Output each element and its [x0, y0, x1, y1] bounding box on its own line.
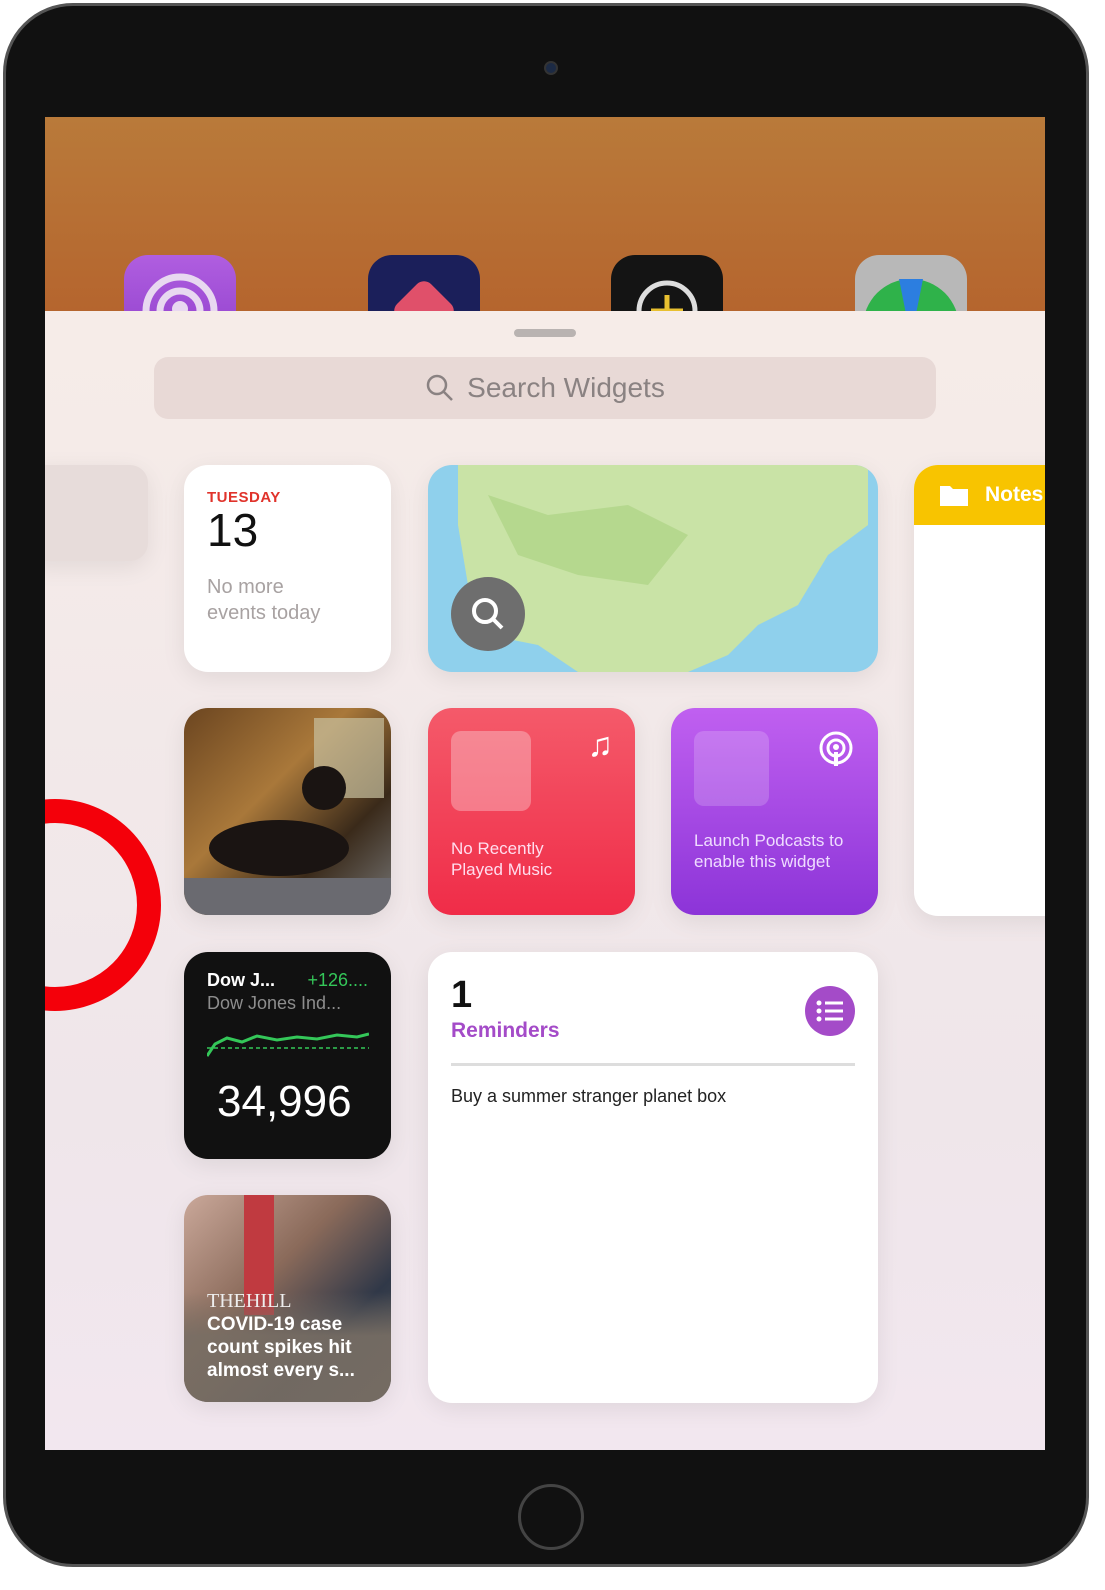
search-placeholder: Search Widgets — [467, 372, 665, 403]
folder-icon — [940, 486, 968, 506]
reminders-count: 1 — [451, 974, 473, 1016]
reminders-widget[interactable]: 1 Reminders Buy a summer stranger planet… — [428, 952, 878, 1403]
calendar-widget[interactable]: TUESDAY 13 No more events today — [184, 465, 391, 672]
stock-name: Dow Jones Ind... — [207, 993, 342, 1013]
notes-widget[interactable]: Notes — [914, 465, 1045, 916]
news-widget[interactable]: THEHILL COVID-19 case count spikes hit a… — [184, 1195, 391, 1402]
stocks-widget[interactable]: Dow J... +126.... Dow Jones Ind... 34,99… — [184, 952, 391, 1159]
news-source: THEHILL — [207, 1290, 292, 1312]
home-button[interactable] — [518, 1484, 584, 1550]
reminders-list-button[interactable] — [805, 986, 855, 1036]
news-headline: COVID-19 case count spikes hit almost ev… — [207, 1314, 355, 1381]
podcasts-widget[interactable]: Launch Podcasts to enable this widget — [671, 708, 878, 915]
screen: Search Widgets TUESDAY 13 No more events… — [45, 117, 1045, 1450]
sheet-grabber[interactable] — [514, 329, 576, 337]
photos-widget[interactable] — [184, 708, 391, 915]
reminders-title: Reminders — [451, 1019, 560, 1042]
stock-value: 34,996 — [217, 1077, 352, 1126]
podcasts-icon — [819, 731, 853, 766]
stock-symbol: Dow J... — [207, 970, 276, 990]
maps-widget[interactable] — [428, 465, 878, 672]
podcasts-message: Launch Podcasts to enable this widget — [694, 831, 844, 871]
music-message: No Recently Played Music — [451, 839, 553, 879]
music-note-icon: ♫ — [587, 726, 614, 764]
list-icon — [816, 1000, 843, 1022]
maps-search-button[interactable] — [451, 577, 525, 651]
stock-sparkline — [205, 1032, 370, 1057]
calendar-date: 13 — [207, 504, 259, 556]
activity-ring-preview[interactable] — [45, 799, 175, 1019]
reminder-item[interactable]: Buy a summer stranger planet box — [451, 1086, 855, 1107]
search-icon — [472, 598, 504, 630]
stock-change: +126.... — [307, 970, 368, 990]
search-icon — [426, 374, 454, 401]
notes-title: Notes — [985, 483, 1044, 506]
widget-gallery: Search Widgets TUESDAY 13 No more events… — [45, 311, 1045, 1450]
search-widgets-input[interactable]: Search Widgets — [154, 357, 936, 419]
left-widget-preview[interactable] — [45, 465, 148, 561]
music-widget[interactable]: ♫ No Recently Played Music — [428, 708, 635, 915]
camera — [544, 61, 558, 75]
calendar-message: No more events today — [207, 576, 321, 624]
